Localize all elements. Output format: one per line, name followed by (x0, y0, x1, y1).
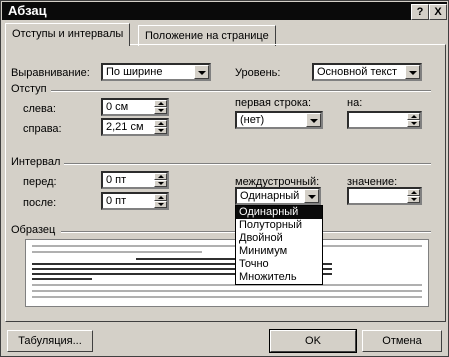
preview-line (32, 278, 92, 280)
chevron-down-icon[interactable] (306, 113, 321, 127)
first-line-label: первая строка: (235, 97, 312, 109)
close-button[interactable]: X (429, 4, 447, 20)
spin-down-icon[interactable] (154, 201, 167, 208)
before-label: перед: (23, 176, 57, 188)
spin-up-icon[interactable] (154, 194, 167, 201)
at-spinner[interactable] (347, 187, 422, 205)
alignment-value: По ширине (106, 66, 163, 78)
preview-section-label: Образец (11, 224, 60, 236)
ok-button[interactable]: OK (269, 329, 357, 353)
line-spacing-dropdown: Одинарный Полуторный Двойной Минимум Точ… (235, 205, 323, 285)
before-value: 0 пт (106, 174, 127, 186)
spin-down-icon[interactable] (154, 180, 167, 187)
dialog-title: Абзац (8, 3, 47, 18)
spin-up-icon[interactable] (407, 113, 420, 120)
paragraph-dialog: Абзац ? X Отступы и интервалы Положение … (0, 0, 449, 357)
left-indent-value: 0 см (106, 101, 129, 113)
by-label: на: (347, 97, 363, 109)
preview-box (25, 239, 429, 307)
dropdown-option[interactable]: Множитель (236, 271, 322, 284)
spin-down-icon[interactable] (154, 127, 167, 134)
spin-down-icon[interactable] (407, 196, 420, 203)
preview-line (32, 290, 422, 292)
right-indent-spinner[interactable]: 2,21 см (101, 118, 169, 136)
dropdown-option[interactable]: Двойной (236, 232, 322, 245)
chevron-down-icon[interactable] (194, 65, 209, 79)
spin-down-icon[interactable] (154, 107, 167, 114)
title-bar: Абзац ? X (2, 2, 447, 20)
after-label: после: (23, 197, 57, 209)
before-spinner[interactable]: 0 пт (101, 171, 169, 189)
tab-line-page-breaks[interactable]: Положение на странице (138, 25, 276, 46)
line-spacing-value: Одинарный (240, 190, 300, 202)
spin-up-icon[interactable] (407, 189, 420, 196)
level-select[interactable]: Основной текст (312, 63, 422, 81)
indent-divider (51, 90, 431, 92)
right-indent-value: 2,21 см (106, 121, 144, 133)
chevron-down-icon[interactable] (304, 189, 319, 203)
level-label: Уровень: (235, 67, 281, 79)
dropdown-option[interactable]: Минимум (236, 245, 322, 258)
right-indent-label: справа: (23, 123, 62, 135)
spin-up-icon[interactable] (154, 173, 167, 180)
level-value: Основной текст (317, 66, 397, 78)
cancel-button[interactable]: Отмена (362, 330, 442, 352)
alignment-select[interactable]: По ширине (101, 63, 211, 81)
line-spacing-select[interactable]: Одинарный (235, 187, 321, 205)
after-spinner[interactable]: 0 пт (101, 192, 169, 210)
alignment-label: Выравнивание: (11, 67, 90, 79)
indent-section-label: Отступ (11, 83, 51, 95)
spacing-divider (63, 163, 431, 165)
dropdown-option[interactable]: Полуторный (236, 219, 322, 232)
first-line-select[interactable]: (нет) (235, 111, 323, 129)
after-value: 0 пт (106, 195, 127, 207)
tabs-button[interactable]: Табуляция... (7, 330, 93, 352)
left-indent-spinner[interactable]: 0 см (101, 98, 169, 116)
help-button[interactable]: ? (411, 4, 429, 20)
chevron-down-icon[interactable] (405, 65, 420, 79)
preview-line (32, 245, 422, 247)
spin-up-icon[interactable] (154, 120, 167, 127)
preview-line (32, 296, 422, 298)
first-line-value: (нет) (240, 114, 265, 126)
spin-down-icon[interactable] (407, 120, 420, 127)
preview-line (32, 284, 422, 286)
spacing-section-label: Интервал (11, 156, 65, 168)
dropdown-option[interactable]: Точно (236, 258, 322, 271)
tab-indents-spacing[interactable]: Отступы и интервалы (5, 23, 131, 46)
left-indent-label: слева: (23, 103, 56, 115)
preview-line (32, 251, 202, 253)
dropdown-option[interactable]: Одинарный (236, 206, 322, 219)
by-spinner[interactable] (347, 111, 422, 129)
spin-up-icon[interactable] (154, 100, 167, 107)
